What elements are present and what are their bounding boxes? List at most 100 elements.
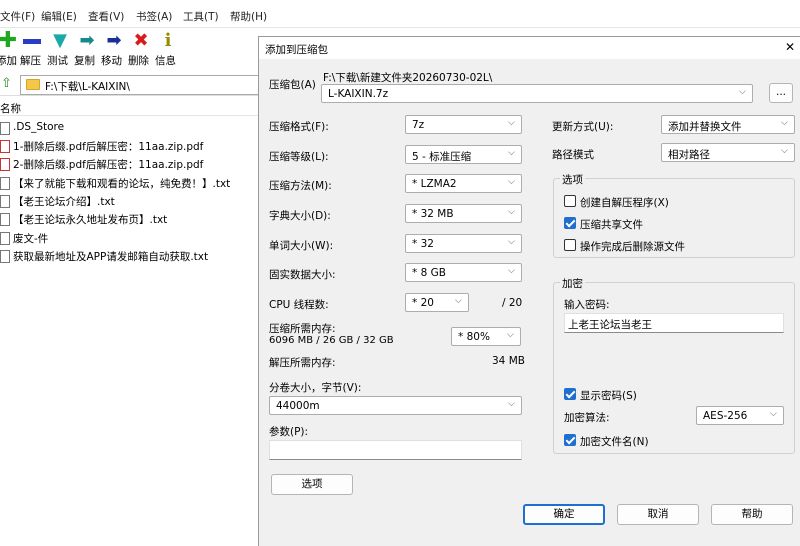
file-row[interactable]: 【老王论坛介绍】.txt <box>0 192 260 210</box>
format-value: 7z <box>412 119 425 131</box>
file-name: 废文-件 <box>13 233 49 245</box>
extract-label: 解压 <box>20 55 41 67</box>
file-row[interactable]: 【来了就能下载和观看的论坛，纯免费！】.txt <box>0 174 260 192</box>
mem-percent-select[interactable]: * 80% ⌵ <box>451 327 521 346</box>
file-row[interactable]: 2-删除后缀.pdf后解压密：11aa.zip.pdf <box>0 155 260 173</box>
path-mode-select[interactable]: 相对路径 ⌵ <box>661 143 795 162</box>
cancel-button[interactable]: 取消 <box>617 504 699 525</box>
add-button[interactable]: ✚ 添加 <box>0 29 20 69</box>
chevron-down-icon: ⌵ <box>508 177 515 187</box>
menu-edit[interactable]: 编辑(E) <box>41 9 77 24</box>
file-row[interactable]: 废文-件 <box>0 229 260 247</box>
encrypt-names-checkbox[interactable] <box>564 434 576 446</box>
folder-icon <box>26 79 40 90</box>
extract-button[interactable]: 解压 <box>20 29 46 69</box>
menu-view[interactable]: 查看(V) <box>88 9 124 24</box>
chevron-down-icon: ⌵ <box>508 118 515 128</box>
cpu-value: * 20 <box>412 297 434 309</box>
file-name: 获取最新地址及APP请发邮箱自动获取.txt <box>13 251 209 263</box>
level-label: 压缩等级(L): <box>269 151 329 163</box>
file-name: 【老王论坛介绍】.txt <box>13 196 115 208</box>
file-row[interactable]: .DS_Store <box>0 119 260 137</box>
help-button[interactable]: 帮助 <box>711 504 793 525</box>
chevron-down-icon: ⌵ <box>508 207 515 217</box>
chevron-down-icon: ⌵ <box>508 399 515 409</box>
file-row[interactable]: 1-删除后缀.pdf后解压密：11aa.zip.pdf <box>0 137 260 155</box>
cpu-select[interactable]: * 20 ⌵ <box>405 293 469 312</box>
move-button[interactable]: ➡ 移动 <box>101 29 127 69</box>
browse-button[interactable]: ... <box>769 83 793 103</box>
password-value: 上老王论坛当老王 <box>568 319 652 331</box>
delete-label: 删除 <box>128 55 149 67</box>
solid-label: 固实数据大小: <box>269 269 336 281</box>
options-button[interactable]: 选项 <box>271 474 353 495</box>
word-select[interactable]: * 32 ⌵ <box>405 234 522 253</box>
delete-x-icon: ✖ <box>133 30 149 51</box>
delete-button[interactable]: ✖ 删除 <box>128 29 154 69</box>
params-input[interactable] <box>269 440 522 460</box>
file-row[interactable]: 【老王论坛永久地址发布页】.txt <box>0 210 260 228</box>
password-input[interactable]: 上老王论坛当老王 <box>564 313 784 333</box>
enc-method-select[interactable]: AES-256 ⌵ <box>696 406 784 425</box>
cpu-total: / 20 <box>502 297 523 309</box>
address-text: F:\下载\L-KAIXIN\ <box>45 81 130 93</box>
minus-icon <box>23 31 43 51</box>
up-folder-icon[interactable]: ⇧ <box>1 76 12 91</box>
close-icon[interactable]: ✕ <box>785 40 795 54</box>
copy-button[interactable]: ➡ 复制 <box>74 29 100 69</box>
mem-decomp-value: 34 MB <box>492 355 525 367</box>
solid-select[interactable]: * 8 GB ⌵ <box>405 263 522 282</box>
info-button[interactable]: i 信息 <box>155 29 181 69</box>
archive-name-combo[interactable]: L-KAIXIN.7z ⌵ <box>321 84 753 103</box>
file-icon <box>0 232 10 245</box>
add-to-archive-dialog: 添加到压缩包 ✕ 压缩包(A) F:\下载\新建文件夹20260730-02L\… <box>258 36 800 546</box>
update-select[interactable]: 添加并替换文件 ⌵ <box>661 115 795 134</box>
split-value: 44000m <box>276 400 320 412</box>
method-label: 压缩方法(M): <box>269 180 332 192</box>
ok-button[interactable]: 确定 <box>523 504 605 525</box>
file-row[interactable]: 获取最新地址及APP请发邮箱自动获取.txt <box>0 247 260 265</box>
menu-tools[interactable]: 工具(T) <box>183 9 219 24</box>
show-password-checkbox[interactable] <box>564 388 576 400</box>
encryption-group-title: 加密 <box>560 276 585 291</box>
password-label: 输入密码: <box>564 299 610 311</box>
move-arrow-icon: ➡ <box>106 30 122 51</box>
encrypt-names-label: 加密文件名(N) <box>580 436 649 448</box>
file-icon <box>0 122 10 135</box>
menu-bar: 文件(F) 编辑(E) 查看(V) 书签(A) 工具(T) 帮助(H) <box>0 0 800 28</box>
text-file-icon <box>0 250 10 263</box>
test-label: 测试 <box>47 55 68 67</box>
column-header-name[interactable]: 名称 <box>0 100 260 116</box>
format-select[interactable]: 7z ⌵ <box>405 115 522 134</box>
method-select[interactable]: * LZMA2 ⌵ <box>405 174 522 193</box>
delete-after-checkbox[interactable] <box>564 239 576 251</box>
chevron-down-icon: ⌵ <box>781 146 788 156</box>
menu-bookmarks[interactable]: 书签(A) <box>136 9 172 24</box>
file-name: 2-删除后缀.pdf后解压密：11aa.zip.pdf <box>13 159 204 171</box>
check-chevron-icon: ▼ <box>53 30 67 51</box>
dict-label: 字典大小(D): <box>269 210 331 222</box>
archive-label: 压缩包(A) <box>269 79 316 91</box>
move-label: 移动 <box>101 55 122 67</box>
chevron-down-icon: ⌵ <box>781 118 788 128</box>
dict-select[interactable]: * 32 MB ⌵ <box>405 204 522 223</box>
menu-file[interactable]: 文件(F) <box>0 9 35 24</box>
sfx-checkbox[interactable] <box>564 195 576 207</box>
solid-value: * 8 GB <box>412 267 446 279</box>
split-select[interactable]: 44000m ⌵ <box>269 396 522 415</box>
column-name-label: 名称 <box>0 103 21 115</box>
shared-files-checkbox[interactable] <box>564 217 576 229</box>
menu-help[interactable]: 帮助(H) <box>230 9 267 24</box>
chevron-down-icon: ⌵ <box>739 87 746 97</box>
test-button[interactable]: ▼ 测试 <box>47 29 73 69</box>
dict-value: * 32 MB <box>412 208 454 220</box>
update-label: 更新方式(U): <box>552 121 614 133</box>
info-icon: i <box>164 30 172 51</box>
sfx-label: 创建自解压程序(X) <box>580 197 669 209</box>
method-value: * LZMA2 <box>412 178 457 190</box>
copy-label: 复制 <box>74 55 95 67</box>
level-select[interactable]: 5 - 标准压缩 ⌵ <box>405 145 522 164</box>
file-name: 1-删除后缀.pdf后解压密：11aa.zip.pdf <box>13 141 204 153</box>
show-password-label: 显示密码(S) <box>580 390 637 402</box>
address-input[interactable]: F:\下载\L-KAIXIN\ <box>20 75 260 95</box>
